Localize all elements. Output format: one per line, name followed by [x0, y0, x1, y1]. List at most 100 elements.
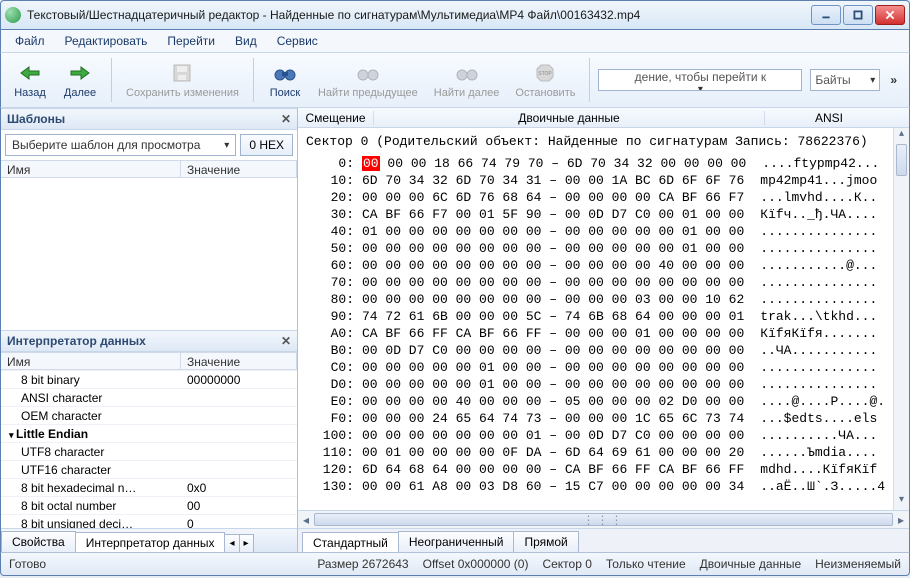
close-button[interactable] [875, 5, 905, 25]
interp-row[interactable]: Little Endian [1, 424, 297, 442]
scroll-left-icon[interactable]: ◂ [298, 513, 314, 527]
hex-mode-button[interactable]: 0 HEX [240, 134, 293, 156]
interp-row[interactable]: 8 bit unsigned deci…0 [1, 514, 297, 528]
units-label: Байты [815, 73, 850, 87]
tab-unlimited[interactable]: Неограниченный [398, 531, 515, 552]
find-label: Поиск [270, 87, 300, 99]
goto-combo[interactable]: дение, чтобы перейти к▾ [598, 69, 802, 91]
hex-row[interactable]: 110:00 01 00 00 00 00 0F DA – 6D 64 69 6… [306, 444, 901, 461]
template-selector-label: Выберите шаблон для просмотра [12, 138, 200, 152]
interp-row[interactable]: UTF16 character [1, 460, 297, 478]
tab-overflow-left[interactable]: ◂ [224, 534, 239, 552]
interp-row[interactable]: 8 bit hexadecimal n…0x0 [1, 478, 297, 496]
templates-col-value[interactable]: Значение [181, 161, 297, 177]
interpreter-title: Интерпретатор данных [7, 334, 146, 348]
menu-bar: Файл Редактировать Перейти Вид Сервис [0, 30, 910, 52]
find-prev-button: Найти предыдущее [312, 59, 424, 101]
menu-goto[interactable]: Перейти [159, 32, 223, 50]
templates-title: Шаблоны [7, 112, 65, 126]
status-offset: Offset 0x000000 (0) [423, 557, 529, 571]
interp-row[interactable]: OEM character [1, 406, 297, 424]
sector-info: Сектор 0 (Родительский объект: Найденные… [298, 128, 909, 155]
floppy-icon [170, 61, 194, 85]
toolbar: Назад Далее Сохранить изменения Поиск На… [0, 52, 910, 108]
scroll-up-icon[interactable]: ▴ [899, 128, 904, 144]
hex-row[interactable]: 20:00 00 00 6C 6D 76 68 64 – 00 00 00 00… [306, 189, 901, 206]
templates-close-icon[interactable]: ✕ [281, 112, 291, 126]
hex-row[interactable]: 70:00 00 00 00 00 00 00 00 – 00 00 00 00… [306, 274, 901, 291]
menu-file[interactable]: Файл [7, 32, 53, 50]
interpreter-header: Интерпретатор данных ✕ [1, 330, 297, 352]
back-label: Назад [14, 87, 46, 99]
interp-col-name[interactable]: Имя [1, 353, 181, 369]
back-button[interactable]: Назад [7, 59, 53, 101]
tab-direct[interactable]: Прямой [513, 531, 578, 552]
hex-row[interactable]: 130:00 00 61 A8 00 03 D8 60 – 15 C7 00 0… [306, 478, 901, 495]
tab-properties[interactable]: Свойства [1, 531, 76, 552]
hex-row[interactable]: E0:00 00 00 00 40 00 00 00 – 05 00 00 00… [306, 393, 901, 410]
goto-placeholder: дение, чтобы перейти к [635, 70, 766, 84]
hex-row[interactable]: 30:CA BF 66 F7 00 01 5F 90 – 00 0D D7 C0… [306, 206, 901, 223]
hex-row[interactable]: 80:00 00 00 00 00 00 00 00 – 00 00 00 03… [306, 291, 901, 308]
interp-row[interactable]: 8 bit binary00000000 [1, 370, 297, 388]
interp-row[interactable]: 8 bit octal number00 [1, 496, 297, 514]
scroll-right-icon[interactable]: ▸ [893, 513, 909, 527]
tab-overflow-right[interactable]: ▸ [239, 534, 254, 552]
save-button: Сохранить изменения [120, 59, 245, 101]
hex-row[interactable]: A0:CA BF 66 FF CA BF 66 FF – 00 00 00 01… [306, 325, 901, 342]
menu-tools[interactable]: Сервис [269, 32, 326, 50]
hex-row[interactable]: 60:00 00 00 00 00 00 00 00 – 00 00 00 00… [306, 257, 901, 274]
binoculars-prev-icon [356, 61, 380, 85]
status-bar: Готово Размер 2672643 Offset 0x000000 (0… [0, 552, 910, 576]
hex-row[interactable]: 10:6D 70 34 32 6D 70 34 31 – 00 00 1A BC… [306, 172, 901, 189]
interp-row[interactable]: ANSI character [1, 388, 297, 406]
find-button[interactable]: Поиск [262, 59, 308, 101]
menu-edit[interactable]: Редактировать [57, 32, 156, 50]
hex-row[interactable]: D0:00 00 00 00 00 01 00 00 – 00 00 00 00… [306, 376, 901, 393]
hex-row[interactable]: 120:6D 64 68 64 00 00 00 00 – CA BF 66 F… [306, 461, 901, 478]
interp-row[interactable]: UTF8 character [1, 442, 297, 460]
hex-col-bytes: Двоичные данные [374, 111, 765, 125]
maximize-button[interactable] [843, 5, 873, 25]
interp-col-value[interactable]: Значение [181, 353, 297, 369]
stop-icon: STOP [533, 61, 557, 85]
hex-header: Смещение Двоичные данные ANSI [298, 108, 909, 128]
svg-text:STOP: STOP [539, 71, 553, 77]
status-ready: Готово [9, 557, 46, 571]
title-bar: Текстовый/Шестнадцатеричный редактор - Н… [0, 0, 910, 30]
status-size: Размер 2672643 [317, 557, 408, 571]
template-selector[interactable]: Выберите шаблон для просмотра▾ [5, 134, 236, 156]
forward-button[interactable]: Далее [57, 59, 103, 101]
hex-row[interactable]: 100:00 00 00 00 00 00 00 01 – 00 0D D7 C… [306, 427, 901, 444]
toolbar-overflow[interactable]: » [884, 73, 903, 87]
interpreter-list: 8 bit binary00000000ANSI characterOEM ch… [1, 370, 297, 528]
hex-row[interactable]: 50:00 00 00 00 00 00 00 00 – 00 00 00 00… [306, 240, 901, 257]
tab-interpreter[interactable]: Интерпретатор данных [75, 532, 226, 552]
hex-row[interactable]: 90:74 72 61 6B 00 00 00 5C – 74 6B 68 64… [306, 308, 901, 325]
hex-view[interactable]: 0:00 00 00 18 66 74 79 70 – 6D 70 34 32 … [298, 155, 909, 510]
tab-standard[interactable]: Стандартный [302, 532, 399, 552]
hex-row[interactable]: 40:01 00 00 00 00 00 00 00 – 00 00 00 00… [306, 223, 901, 240]
hex-col-ansi: ANSI [765, 111, 893, 125]
forward-label: Далее [64, 87, 96, 99]
interpreter-close-icon[interactable]: ✕ [281, 334, 291, 348]
units-combo[interactable]: Байты▾ [810, 69, 880, 91]
h-scrollbar[interactable]: ◂ ⋮⋮⋮ ▸ [298, 510, 909, 528]
status-readonly: Только чтение [606, 557, 686, 571]
hex-row[interactable]: F0:00 00 00 24 65 64 74 73 – 00 00 00 1C… [306, 410, 901, 427]
hex-row[interactable]: 0:00 00 00 18 66 74 79 70 – 6D 70 34 32 … [306, 155, 901, 172]
v-scrollbar[interactable]: ▴ ▾ [893, 128, 909, 510]
minimize-button[interactable] [811, 5, 841, 25]
templates-grid [1, 178, 297, 330]
stop-button: STOP Остановить [509, 59, 581, 101]
scroll-down-icon[interactable]: ▾ [899, 494, 904, 510]
find-next-label: Найти далее [434, 87, 500, 99]
binoculars-next-icon [455, 61, 479, 85]
templates-col-name[interactable]: Имя [1, 161, 181, 177]
save-label: Сохранить изменения [126, 87, 239, 99]
menu-view[interactable]: Вид [227, 32, 265, 50]
hex-row[interactable]: B0:00 0D D7 C0 00 00 00 00 – 00 00 00 00… [306, 342, 901, 359]
app-icon [5, 7, 21, 23]
hex-col-offset: Смещение [298, 111, 374, 125]
hex-row[interactable]: C0:00 00 00 00 00 01 00 00 – 00 00 00 00… [306, 359, 901, 376]
